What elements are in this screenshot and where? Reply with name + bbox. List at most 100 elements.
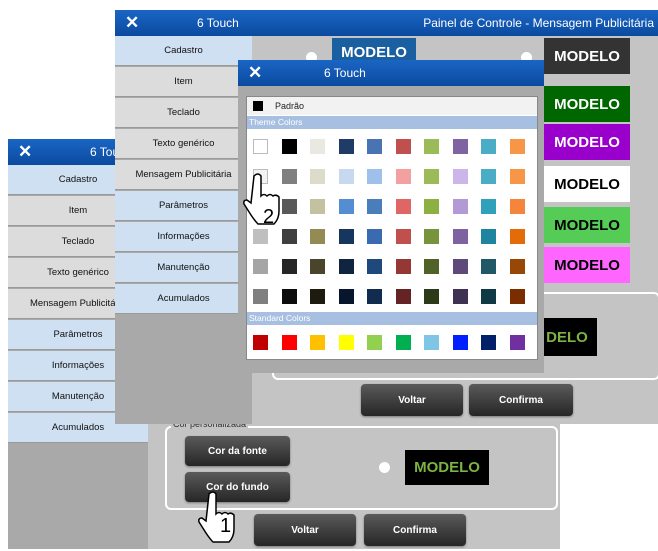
standard-colors-label: Standard Colors bbox=[249, 313, 311, 323]
color-swatch[interactable] bbox=[481, 229, 496, 244]
color-swatch[interactable] bbox=[452, 259, 468, 274]
color-swatch[interactable] bbox=[281, 259, 297, 274]
font-color-button[interactable]: Cor da fonte bbox=[185, 436, 290, 466]
color-swatch[interactable] bbox=[481, 139, 496, 154]
color-swatch[interactable] bbox=[509, 169, 525, 184]
close-icon[interactable]: ✕ bbox=[18, 142, 32, 162]
color-swatch[interactable] bbox=[310, 139, 325, 154]
color-swatch[interactable] bbox=[395, 259, 411, 274]
sidebar-item[interactable]: Texto genérico bbox=[115, 129, 252, 159]
color-swatch[interactable] bbox=[310, 169, 325, 184]
preset-preview[interactable]: MODELO bbox=[544, 86, 630, 122]
color-swatch[interactable] bbox=[253, 139, 268, 154]
color-swatch[interactable] bbox=[424, 229, 439, 244]
color-swatch[interactable] bbox=[395, 289, 411, 304]
preset-preview[interactable]: MODELO bbox=[544, 124, 630, 160]
color-swatch[interactable] bbox=[395, 139, 411, 154]
color-swatch[interactable] bbox=[452, 199, 468, 214]
color-swatch[interactable] bbox=[338, 335, 354, 350]
color-swatch[interactable] bbox=[310, 259, 325, 274]
color-swatch[interactable] bbox=[481, 259, 496, 274]
default-color-row[interactable]: Padrão bbox=[247, 97, 537, 115]
color-swatch[interactable] bbox=[452, 335, 468, 350]
color-swatch[interactable] bbox=[253, 259, 268, 274]
color-swatch[interactable] bbox=[452, 139, 468, 154]
color-swatch[interactable] bbox=[281, 289, 297, 304]
confirm-button[interactable]: Confirma bbox=[469, 384, 573, 416]
sidebar-item[interactable]: Cadastro bbox=[115, 36, 252, 66]
color-swatch[interactable] bbox=[338, 199, 354, 214]
color-swatch[interactable] bbox=[424, 259, 439, 274]
color-swatch[interactable] bbox=[367, 289, 382, 304]
color-swatch[interactable] bbox=[338, 289, 354, 304]
color-swatch[interactable] bbox=[253, 335, 268, 350]
color-swatch[interactable] bbox=[481, 199, 496, 214]
color-swatch[interactable] bbox=[395, 169, 411, 184]
color-swatch[interactable] bbox=[509, 289, 525, 304]
standard-colors-header: Standard Colors bbox=[247, 312, 537, 325]
color-swatch[interactable] bbox=[452, 229, 468, 244]
close-icon[interactable]: ✕ bbox=[125, 13, 139, 33]
control-panel-titlebar: ✕ 6 Touch Painel de Controle - Mensagem … bbox=[115, 10, 658, 36]
color-swatch[interactable] bbox=[338, 139, 354, 154]
color-swatch[interactable] bbox=[253, 289, 268, 304]
color-swatch[interactable] bbox=[310, 229, 325, 244]
preset-preview[interactable]: MODELO bbox=[544, 207, 630, 243]
preview-radio[interactable] bbox=[379, 462, 390, 473]
color-swatch[interactable] bbox=[481, 289, 496, 304]
sidebar: Cadastro Item Teclado Texto genérico Mensage… bbox=[115, 36, 252, 424]
color-swatch[interactable] bbox=[481, 335, 496, 350]
color-swatch[interactable] bbox=[452, 289, 468, 304]
theme-colors-header: Theme Colors bbox=[247, 116, 537, 129]
close-icon[interactable]: ✕ bbox=[248, 63, 262, 83]
color-swatch[interactable] bbox=[509, 139, 525, 154]
back-button[interactable]: Voltar bbox=[361, 384, 463, 416]
color-swatch[interactable] bbox=[452, 169, 468, 184]
step-number-2: 2 bbox=[263, 206, 275, 228]
color-swatch[interactable] bbox=[310, 335, 325, 350]
color-swatch[interactable] bbox=[281, 335, 297, 350]
color-swatch[interactable] bbox=[509, 229, 525, 244]
window-title: 6 Touch bbox=[324, 66, 366, 80]
color-swatch[interactable] bbox=[424, 169, 439, 184]
sidebar-item[interactable]: Parâmetros bbox=[115, 191, 252, 221]
sidebar-item[interactable]: Manutenção bbox=[115, 253, 252, 283]
color-swatch[interactable] bbox=[338, 229, 354, 244]
color-picker-titlebar: ✕ 6 Touch bbox=[238, 60, 544, 86]
sidebar-item[interactable]: Informações bbox=[115, 222, 252, 252]
theme-colors-label: Theme Colors bbox=[249, 117, 303, 127]
color-swatch[interactable] bbox=[395, 199, 411, 214]
color-swatch[interactable] bbox=[367, 259, 382, 274]
sidebar-item[interactable]: Teclado bbox=[115, 98, 252, 128]
color-swatch[interactable] bbox=[481, 169, 496, 184]
color-swatch[interactable] bbox=[424, 199, 439, 214]
color-swatch[interactable] bbox=[338, 259, 354, 274]
sidebar-item[interactable]: Item bbox=[115, 67, 252, 97]
color-swatch[interactable] bbox=[509, 259, 525, 274]
color-swatch[interactable] bbox=[424, 289, 439, 304]
color-swatch[interactable] bbox=[367, 229, 382, 244]
default-label: Padrão bbox=[275, 101, 305, 111]
color-swatch[interactable] bbox=[310, 199, 325, 214]
color-swatch[interactable] bbox=[424, 335, 439, 350]
color-swatch[interactable] bbox=[509, 199, 525, 214]
back-button[interactable]: Voltar bbox=[254, 514, 356, 546]
preset-preview[interactable]: MODELO bbox=[544, 166, 630, 202]
sidebar-item[interactable]: Mensagem Publicitária bbox=[115, 160, 252, 190]
color-swatch[interactable] bbox=[281, 139, 297, 154]
color-swatch[interactable] bbox=[367, 169, 382, 184]
preset-preview[interactable]: MODELO bbox=[544, 247, 630, 283]
confirm-button[interactable]: Confirma bbox=[364, 514, 466, 546]
color-swatch[interactable] bbox=[424, 139, 439, 154]
color-swatch[interactable] bbox=[367, 139, 382, 154]
sidebar-item[interactable]: Acumulados bbox=[115, 284, 252, 314]
color-swatch[interactable] bbox=[395, 335, 411, 350]
color-swatch[interactable] bbox=[338, 169, 354, 184]
color-swatch[interactable] bbox=[367, 335, 382, 350]
color-swatch[interactable] bbox=[310, 289, 325, 304]
preset-preview[interactable]: MODELO bbox=[544, 38, 630, 74]
color-swatch[interactable] bbox=[395, 229, 411, 244]
color-swatch[interactable] bbox=[367, 199, 382, 214]
window-title: 6 Touch bbox=[197, 16, 239, 30]
color-swatch[interactable] bbox=[509, 335, 525, 350]
